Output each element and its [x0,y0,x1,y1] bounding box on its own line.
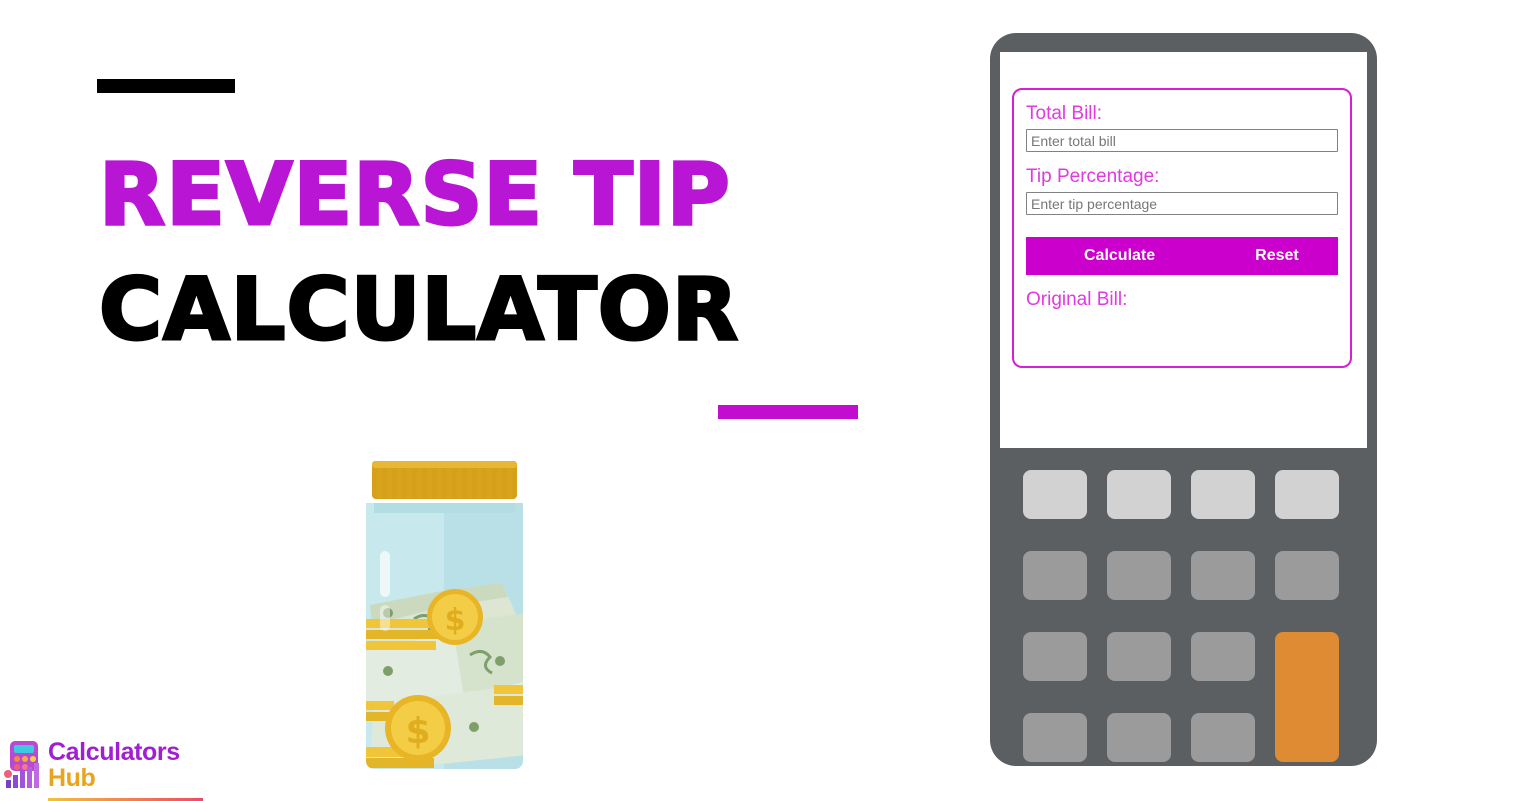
keypad-key-r2c1[interactable] [1023,551,1087,600]
keypad-key-r2c2[interactable] [1107,551,1171,600]
tip-percentage-input[interactable] [1026,192,1338,215]
calculator-keypad [1023,470,1345,763]
calculator-bars-icon [4,741,39,788]
keypad-key-equals-accent[interactable] [1275,632,1339,762]
keypad-key-r2c4[interactable] [1275,551,1339,600]
keypad-key-r4c1[interactable] [1023,713,1087,762]
total-bill-label: Total Bill: [1026,103,1103,124]
form-action-bar: Calculate Reset [1026,237,1338,275]
keypad-key-r1c2[interactable] [1107,470,1171,519]
keypad-key-r1c1[interactable] [1023,470,1087,519]
tip-jar-illustration: $ $ [366,461,523,769]
keypad-key-r3c2[interactable] [1107,632,1171,681]
calculator-screen: Total Bill: Tip Percentage: Calculate Re… [1000,52,1367,448]
reset-button[interactable]: Reset [1255,247,1299,265]
keypad-key-r3c1[interactable] [1023,632,1087,681]
logo-word-calculators: Calculators [48,738,180,766]
button-spacer [1026,215,1338,237]
tip-percentage-label: Tip Percentage: [1026,166,1160,187]
calculate-button[interactable]: Calculate [1084,247,1155,265]
keypad-key-r1c3[interactable] [1191,470,1255,519]
logo-word-hub: Hub [48,764,96,792]
svg-text:$: $ [405,711,430,752]
field-spacer [1026,152,1338,165]
decorative-rule-bottom [718,405,858,419]
keypad-key-r2c3[interactable] [1191,551,1255,600]
reverse-tip-calculator-form: Total Bill: Tip Percentage: Calculate Re… [1012,88,1352,368]
keypad-key-r1c4[interactable] [1275,470,1339,519]
calculator-device: Total Bill: Tip Percentage: Calculate Re… [990,33,1377,766]
original-bill-result-label: Original Bill: [1026,289,1128,310]
svg-text:$: $ [445,603,466,638]
page-title-line-2: CALCULATOR [97,260,740,360]
decorative-rule-top [97,79,235,93]
keypad-key-r3c3[interactable] [1191,632,1255,681]
logo-wordmark: Calculators Hub [48,740,180,791]
total-bill-input[interactable] [1026,129,1338,152]
page-title-line-1: REVERSE TIP [98,145,732,245]
keypad-key-r4c2[interactable] [1107,713,1171,762]
calculators-hub-logo[interactable]: Calculators Hub [4,740,204,801]
keypad-key-r4c3[interactable] [1191,713,1255,762]
hero-panel: REVERSE TIP CALCULATOR $ $ Calculators H… [0,0,960,801]
